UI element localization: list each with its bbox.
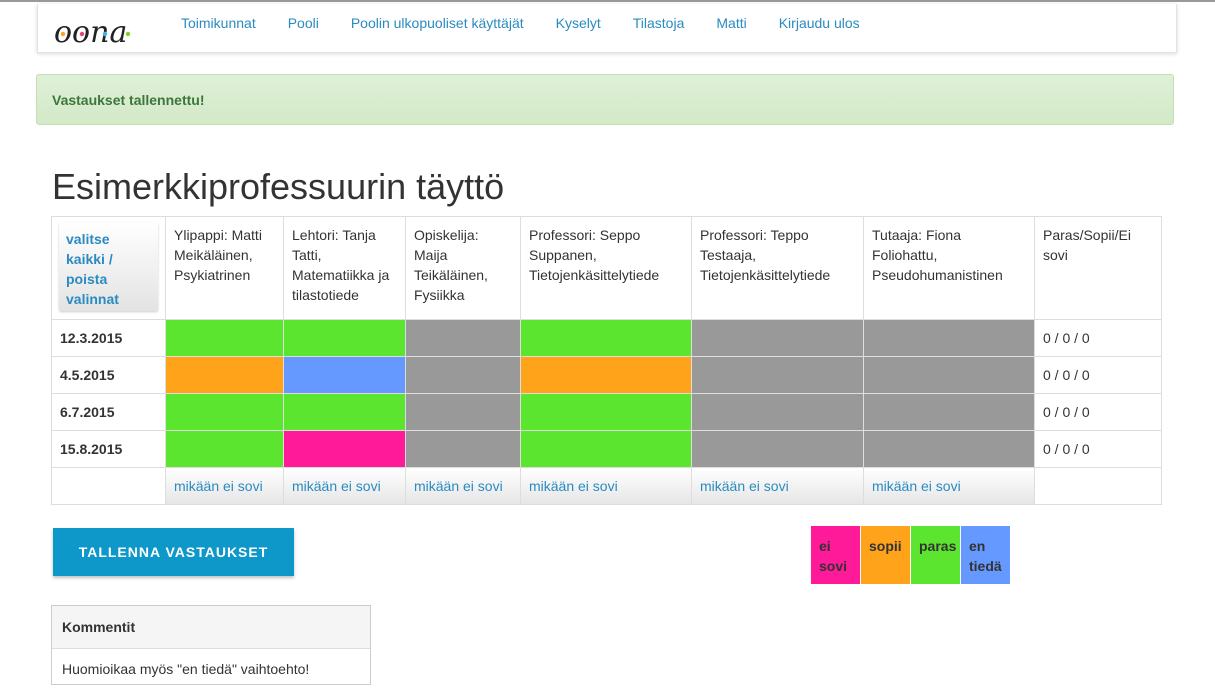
none-fits-link[interactable]: mikään ei sovi (521, 468, 691, 504)
person-header: Opiskelija: Maija Teikäläinen, Fysiikka (414, 227, 488, 303)
availability-cell[interactable] (520, 430, 692, 468)
comment-text: Huomioikaa myös "en tiedä" vaihtoehto! (62, 661, 310, 677)
empty-cell (1034, 467, 1162, 505)
availability-cell[interactable] (405, 319, 521, 357)
availability-cell[interactable] (283, 356, 406, 394)
availability-cell[interactable] (165, 319, 284, 357)
navbar: oona Toimikunnat Pooli Poolin ulkopuolis… (37, 4, 1177, 53)
summary-header: Paras/Sopii/Ei sovi (1043, 227, 1131, 263)
table-header-row: valitse kaikki / poista valinnat Ylipapp… (51, 216, 1162, 320)
availability-cell[interactable] (863, 319, 1035, 357)
oona-logo[interactable]: oona (52, 16, 152, 48)
availability-cell[interactable] (165, 356, 284, 394)
availability-cell[interactable] (165, 393, 284, 431)
row-summary: 0 / 0 / 0 (1034, 393, 1162, 431)
select-all-button[interactable]: valitse kaikki / poista valinnat (59, 223, 158, 311)
legend-paras[interactable]: paras (911, 526, 961, 584)
save-answers-button[interactable]: TALLENNA VASTAUKSET (53, 528, 294, 576)
nav-link-logout[interactable]: Kirjaudu ulos (779, 15, 860, 31)
nav-link-pooli[interactable]: Pooli (288, 15, 319, 31)
row-summary: 0 / 0 / 0 (1034, 319, 1162, 357)
legend-ei-sovi[interactable]: ei sovi (811, 526, 861, 584)
select-all-cell: valitse kaikki / poista valinnat (51, 216, 166, 320)
row-date: 6.7.2015 (51, 393, 166, 431)
availability-table: valitse kaikki / poista valinnat Ylipapp… (51, 216, 1162, 505)
alert-message: Vastaukset tallennettu! (52, 91, 205, 108)
row-summary: 0 / 0 / 0 (1034, 356, 1162, 394)
logo-text: oona (54, 16, 127, 48)
availability-cell[interactable] (863, 393, 1035, 431)
nav-links: Toimikunnat Pooli Poolin ulkopuoliset kä… (181, 15, 892, 31)
legend-en-tieda[interactable]: en tiedä (961, 526, 1011, 584)
comments-title: Kommentit (52, 606, 370, 649)
availability-cell[interactable] (405, 430, 521, 468)
availability-cell[interactable] (283, 393, 406, 431)
empty-cell (51, 467, 166, 505)
none-fits-row: mikään ei sovi mikään ei sovi mikään ei … (51, 467, 1162, 505)
success-alert: Vastaukset tallennettu! (36, 74, 1174, 125)
availability-cell[interactable] (691, 319, 864, 357)
legend-sopii[interactable]: sopii (861, 526, 911, 584)
nav-link-toimikunnat[interactable]: Toimikunnat (181, 15, 256, 31)
none-fits-link[interactable]: mikään ei sovi (166, 468, 283, 504)
availability-cell[interactable] (283, 319, 406, 357)
none-fits-link[interactable]: mikään ei sovi (692, 468, 863, 504)
nav-link-external-users[interactable]: Poolin ulkopuoliset käyttäjät (351, 15, 524, 31)
page-title: Esimerkkiprofessuurin täyttö (52, 166, 505, 207)
person-header: Lehtori: Tanja Tatti, Matematiikka ja ti… (292, 227, 390, 303)
availability-cell[interactable] (283, 430, 406, 468)
availability-cell[interactable] (691, 430, 864, 468)
availability-cell[interactable] (165, 430, 284, 468)
person-header: Tutaaja: Fiona Foliohattu, Pseudohumanis… (872, 227, 1003, 283)
nav-link-tilastoja[interactable]: Tilastoja (633, 15, 685, 31)
table-row: 6.7.2015 0 / 0 / 0 (51, 393, 1162, 431)
table-row: 15.8.2015 0 / 0 / 0 (51, 430, 1162, 468)
row-date: 15.8.2015 (51, 430, 166, 468)
comments-panel: Kommentit Huomioikaa myös "en tiedä" vai… (51, 605, 371, 685)
person-header: Ylipappi: Matti Meikäläinen, Psykiatrine… (174, 227, 262, 283)
availability-cell[interactable] (405, 356, 521, 394)
person-header: Professori: Teppo Testaaja, Tietojenkäsi… (700, 227, 831, 283)
availability-cell[interactable] (520, 356, 692, 394)
availability-cell[interactable] (863, 430, 1035, 468)
availability-cell[interactable] (863, 356, 1035, 394)
row-date: 4.5.2015 (51, 356, 166, 394)
nav-link-user[interactable]: Matti (716, 15, 746, 31)
window-top-edge (0, 0, 1215, 2)
none-fits-link[interactable]: mikään ei sovi (864, 468, 1034, 504)
availability-cell[interactable] (520, 319, 692, 357)
table-row: 4.5.2015 0 / 0 / 0 (51, 356, 1162, 394)
none-fits-link[interactable]: mikään ei sovi (406, 468, 520, 504)
row-summary: 0 / 0 / 0 (1034, 430, 1162, 468)
availability-cell[interactable] (405, 393, 521, 431)
person-header: Professori: Seppo Suppanen, Tietojenkäsi… (529, 227, 660, 283)
nav-link-kyselyt[interactable]: Kyselyt (556, 15, 601, 31)
color-legend: ei sovi sopii paras en tiedä (811, 526, 1011, 584)
table-row: 12.3.2015 0 / 0 / 0 (51, 319, 1162, 357)
row-date: 12.3.2015 (51, 319, 166, 357)
availability-cell[interactable] (520, 393, 692, 431)
availability-cell[interactable] (691, 393, 864, 431)
none-fits-link[interactable]: mikään ei sovi (284, 468, 405, 504)
availability-cell[interactable] (691, 356, 864, 394)
